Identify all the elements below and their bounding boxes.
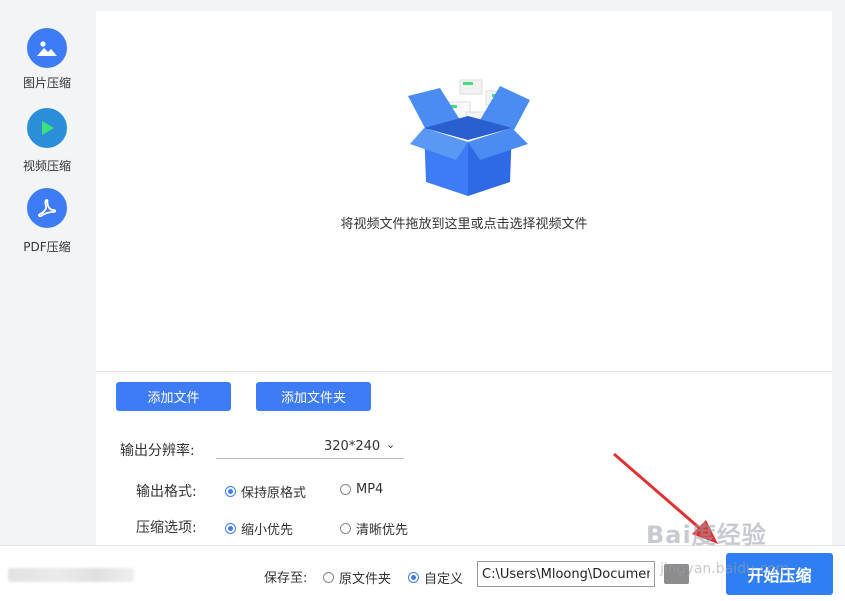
radio-unchecked-icon [340, 484, 351, 495]
sidebar-item-label: 图片压缩 [22, 76, 71, 90]
open-box-icon [408, 79, 530, 196]
radio-checked-icon [225, 523, 236, 534]
save-radio-original-folder[interactable]: 原文件夹 [323, 568, 391, 587]
chevron-down-icon: ⌄ [386, 438, 396, 451]
resolution-select[interactable]: 320*240 ⌄ [216, 437, 404, 459]
blurred-text [8, 568, 134, 582]
drop-zone[interactable]: 将视频文件拖放到这里或点击选择视频文件 [96, 11, 832, 371]
add-file-button[interactable]: 添加文件 [116, 382, 231, 411]
sidebar-item-video-compress[interactable]: 视频压缩 [0, 108, 94, 174]
compress-radio-clarity[interactable]: 清晰优先 [340, 519, 408, 538]
save-path-input[interactable] [477, 561, 655, 587]
radio-label: MP4 [356, 482, 384, 497]
save-radio-custom[interactable]: 自定义 [408, 568, 463, 587]
resolution-label: 输出分辨率: [120, 443, 195, 459]
radio-label: 原文件夹 [339, 572, 392, 587]
format-label: 输出格式: [136, 484, 197, 500]
radio-label: 缩小优先 [241, 523, 294, 538]
sidebar-item-label: PDF压缩 [23, 240, 71, 254]
radio-unchecked-icon [340, 523, 351, 534]
start-compress-button[interactable]: 开始压缩 [726, 553, 833, 595]
radio-label: 自定义 [424, 572, 464, 587]
drop-zone-text: 将视频文件拖放到这里或点击选择视频文件 [340, 217, 588, 232]
main-panel: 将视频文件拖放到这里或点击选择视频文件 [96, 11, 832, 545]
radio-label: 保持原格式 [241, 486, 307, 501]
image-icon [27, 28, 67, 68]
compress-radio-smaller[interactable]: 缩小优先 [225, 519, 293, 538]
format-radio-original[interactable]: 保持原格式 [225, 482, 306, 501]
radio-checked-icon [408, 572, 419, 583]
play-icon [27, 108, 67, 148]
radio-label: 清晰优先 [356, 523, 409, 538]
format-radio-mp4[interactable]: MP4 [340, 482, 383, 497]
radio-unchecked-icon [323, 572, 334, 583]
bottom-bar: 保存至: 原文件夹 自定义 开始压缩 [0, 545, 845, 601]
radio-checked-icon [225, 486, 236, 497]
sidebar-item-pdf-compress[interactable]: PDF压缩 [0, 188, 94, 255]
add-folder-button[interactable]: 添加文件夹 [256, 382, 371, 411]
sidebar-item-label: 视频压缩 [22, 159, 71, 173]
divider [96, 371, 832, 372]
save-to-label: 保存至: [264, 571, 308, 586]
sidebar: 图片压缩 视频压缩 PDF压缩 [0, 0, 94, 545]
pdf-icon [27, 188, 67, 228]
compress-label: 压缩选项: [136, 520, 197, 536]
resolution-value: 320*240 [324, 439, 381, 454]
sidebar-item-image-compress[interactable]: 图片压缩 [0, 28, 94, 91]
browse-folder-button[interactable] [664, 564, 689, 584]
